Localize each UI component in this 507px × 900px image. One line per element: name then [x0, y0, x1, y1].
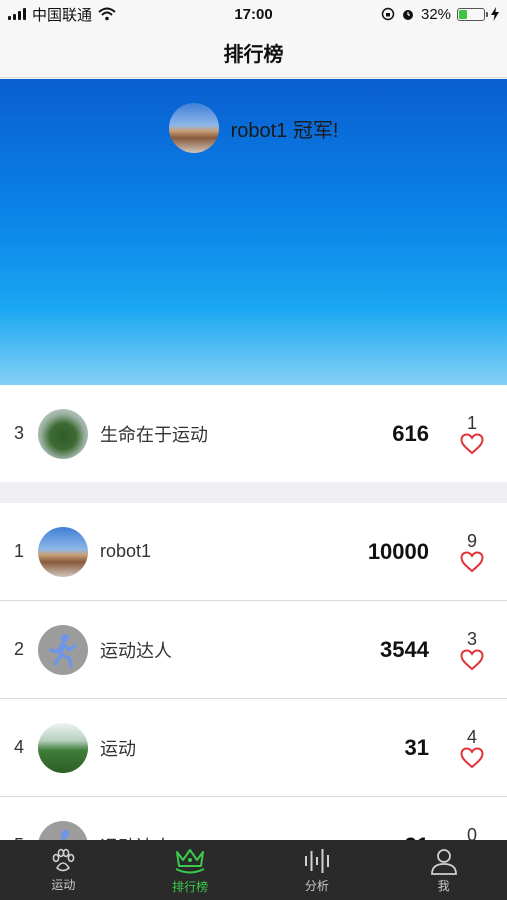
tab-ranking[interactable]: 排行榜 — [127, 840, 254, 900]
status-right: 32% — [335, 5, 500, 23]
avatar[interactable] — [38, 526, 88, 577]
avatar[interactable] — [38, 624, 88, 675]
tab-label: 运动 — [51, 877, 76, 892]
like-button[interactable]: 3 — [449, 629, 495, 671]
champion-banner: robot1 冠军! — [0, 79, 507, 385]
heart-icon[interactable] — [460, 550, 484, 573]
like-count: 3 — [466, 628, 477, 649]
crown-icon — [175, 848, 205, 873]
rotation-lock-icon — [381, 7, 395, 21]
champion-text: robot1 冠军! — [230, 119, 339, 142]
rank-number: 3 — [14, 423, 25, 443]
user-name: 运动 — [100, 738, 136, 759]
user-name: 生命在于运动 — [100, 424, 208, 445]
status-left: 中国联通 — [8, 4, 172, 25]
champion-avatar[interactable] — [168, 103, 219, 153]
my-rank-row[interactable]: 3 生命在于运动 616 1 — [0, 385, 507, 482]
alarm-icon — [402, 10, 413, 20]
ranking-row[interactable]: 1 robot1 10000 9 — [0, 503, 507, 600]
battery-percent: 32% — [420, 5, 452, 23]
user-name: 运动达人 — [100, 640, 172, 661]
avatar[interactable] — [38, 408, 88, 459]
signal-icon — [8, 8, 26, 20]
champion-info: robot1 冠军! — [0, 103, 507, 153]
charging-icon — [491, 7, 500, 21]
like-count: 9 — [466, 530, 477, 551]
step-count: 31 — [404, 734, 429, 760]
runner-icon — [49, 633, 77, 668]
tab-label: 排行榜 — [172, 879, 209, 894]
ranking-row[interactable]: 4 运动 31 4 — [0, 699, 507, 796]
carrier-label: 中国联通 — [32, 6, 93, 24]
battery-icon — [457, 7, 489, 21]
ranking-row[interactable]: 2 运动达人 3544 3 — [0, 601, 507, 698]
like-count: 1 — [466, 412, 477, 433]
rank-number: 1 — [14, 541, 25, 561]
step-count: 616 — [392, 420, 429, 446]
user-name: robot1 — [100, 541, 152, 561]
like-button[interactable]: 9 — [449, 531, 495, 573]
avatar[interactable] — [38, 722, 88, 773]
page-title: 排行榜 — [223, 44, 284, 66]
nav-bar: 排行榜 — [0, 28, 507, 78]
bars-icon — [304, 848, 329, 873]
tab-label: 分析 — [304, 878, 329, 893]
tab-label: 我 — [437, 878, 450, 893]
like-count: 4 — [466, 726, 477, 747]
tab-analysis[interactable]: 分析 — [254, 840, 381, 900]
heart-icon[interactable] — [460, 746, 484, 769]
status-time: 17:00 — [234, 5, 273, 23]
status-bar: 中国联通 17:00 32% — [0, 0, 507, 28]
rank-number: 2 — [14, 639, 25, 659]
wifi-icon — [98, 7, 116, 21]
person-icon — [430, 848, 457, 875]
battery-fill — [459, 9, 467, 19]
tab-bar: 运动 排行榜 分析 我 — [0, 840, 507, 900]
step-count: 10000 — [367, 538, 429, 564]
heart-icon[interactable] — [460, 648, 484, 671]
heart-icon[interactable] — [460, 432, 484, 455]
tab-exercise[interactable]: 运动 — [0, 840, 127, 900]
step-count: 3544 — [380, 636, 429, 662]
tab-me[interactable]: 我 — [380, 840, 507, 900]
like-button[interactable]: 1 — [449, 413, 495, 455]
like-button[interactable]: 4 — [449, 727, 495, 769]
paw-icon — [52, 848, 75, 871]
rank-number: 4 — [14, 737, 25, 757]
